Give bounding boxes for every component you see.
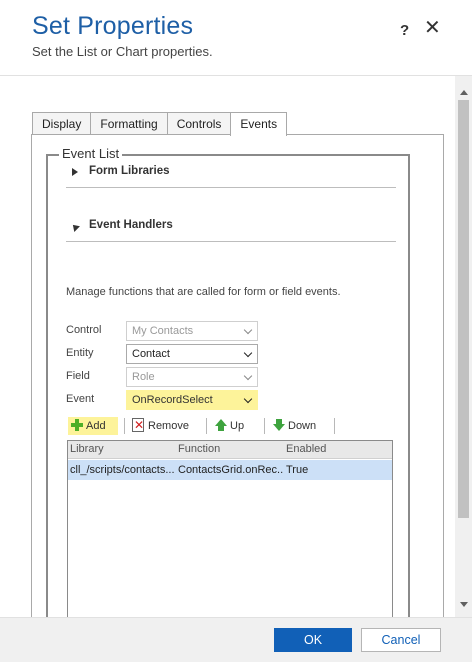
vertical-scrollbar[interactable] <box>455 76 472 617</box>
field-value: Role <box>132 371 155 383</box>
control-value: My Contacts <box>132 325 194 337</box>
scroll-down-icon[interactable] <box>460 602 468 607</box>
set-properties-dialog: Set Properties Set the List or Chart pro… <box>0 0 472 662</box>
arrow-down-icon <box>273 419 285 431</box>
chevron-down-icon <box>243 371 253 381</box>
toolbar-divider <box>334 418 335 434</box>
close-button[interactable]: ✕ <box>424 18 441 38</box>
dialog-content-scroll-area: Display Formatting Controls Events Event… <box>0 75 472 617</box>
remove-button[interactable]: Remove <box>130 416 189 435</box>
event-row: Event OnRecordSelect <box>66 390 266 410</box>
toolbar-divider <box>206 418 207 434</box>
events-tab-panel: Event List Form Libraries Event Handlers… <box>31 134 444 617</box>
chevron-down-icon <box>243 325 253 335</box>
entity-label: Entity <box>66 347 94 359</box>
move-down-button[interactable]: Down <box>270 417 316 435</box>
tab-strip: Display Formatting Controls Events <box>32 112 288 136</box>
control-select[interactable]: My Contacts <box>126 321 258 341</box>
toolbar-divider <box>264 418 265 434</box>
tab-controls[interactable]: Controls <box>166 112 232 135</box>
tab-events[interactable]: Events <box>230 112 288 136</box>
event-list-fieldset: Event List Form Libraries Event Handlers… <box>46 146 410 617</box>
event-value: OnRecordSelect <box>132 394 213 406</box>
scrollbar-thumb[interactable] <box>458 100 469 518</box>
up-label: Up <box>230 420 245 432</box>
help-button[interactable]: ? <box>400 22 409 39</box>
add-label: Add <box>86 420 106 432</box>
event-handler-toolbar: Add Remove Up Down <box>66 415 393 438</box>
add-button[interactable]: Add <box>68 417 118 435</box>
entity-select[interactable]: Contact <box>126 344 258 364</box>
control-label: Control <box>66 324 102 336</box>
entity-row: Entity Contact <box>66 344 266 364</box>
tab-display[interactable]: Display <box>32 112 92 135</box>
tab-formatting[interactable]: Formatting <box>90 112 168 135</box>
grid-header: Library Function Enabled <box>68 441 392 459</box>
control-row: Control My Contacts <box>66 321 266 341</box>
column-header-function[interactable]: Function <box>178 443 220 455</box>
plus-icon <box>71 419 83 431</box>
dialog-footer: OK Cancel <box>0 617 472 662</box>
cell-enabled: True <box>286 464 309 476</box>
field-row: Field Role <box>66 367 266 387</box>
field-label: Field <box>66 370 90 382</box>
event-select[interactable]: OnRecordSelect <box>126 390 258 410</box>
form-libraries-section-header[interactable]: Form Libraries <box>66 156 396 188</box>
dialog-subtitle: Set the List or Chart properties. <box>32 44 213 59</box>
event-handlers-section-header[interactable]: Event Handlers <box>66 210 396 242</box>
toolbar-divider <box>124 418 125 434</box>
scroll-up-icon[interactable] <box>460 90 468 95</box>
event-handlers-description: Manage functions that are called for for… <box>66 286 341 298</box>
dialog-title: Set Properties <box>32 12 194 40</box>
ok-button[interactable]: OK <box>274 628 352 652</box>
expand-arrow-icon <box>72 168 78 176</box>
column-header-enabled[interactable]: Enabled <box>286 443 326 455</box>
table-row[interactable]: cll_/scripts/contacts... ContactsGrid.on… <box>68 460 392 480</box>
arrow-up-icon <box>215 419 227 431</box>
collapse-arrow-icon <box>70 222 80 232</box>
event-handlers-grid: Library Function Enabled cll_/scripts/co… <box>67 440 393 617</box>
cell-library: cll_/scripts/contacts... <box>70 464 175 476</box>
chevron-down-icon <box>243 394 253 404</box>
move-up-button[interactable]: Up <box>212 417 244 435</box>
event-label: Event <box>66 393 95 405</box>
chevron-down-icon <box>243 348 253 358</box>
cancel-button[interactable]: Cancel <box>361 628 441 652</box>
field-select[interactable]: Role <box>126 367 258 387</box>
form-libraries-label: Form Libraries <box>89 165 170 177</box>
entity-value: Contact <box>132 348 170 360</box>
down-label: Down <box>288 420 317 432</box>
event-handlers-label: Event Handlers <box>89 219 173 231</box>
delete-icon <box>132 416 144 434</box>
cell-function: ContactsGrid.onRec... <box>178 464 284 476</box>
column-header-library[interactable]: Library <box>70 443 104 455</box>
remove-label: Remove <box>148 420 189 432</box>
